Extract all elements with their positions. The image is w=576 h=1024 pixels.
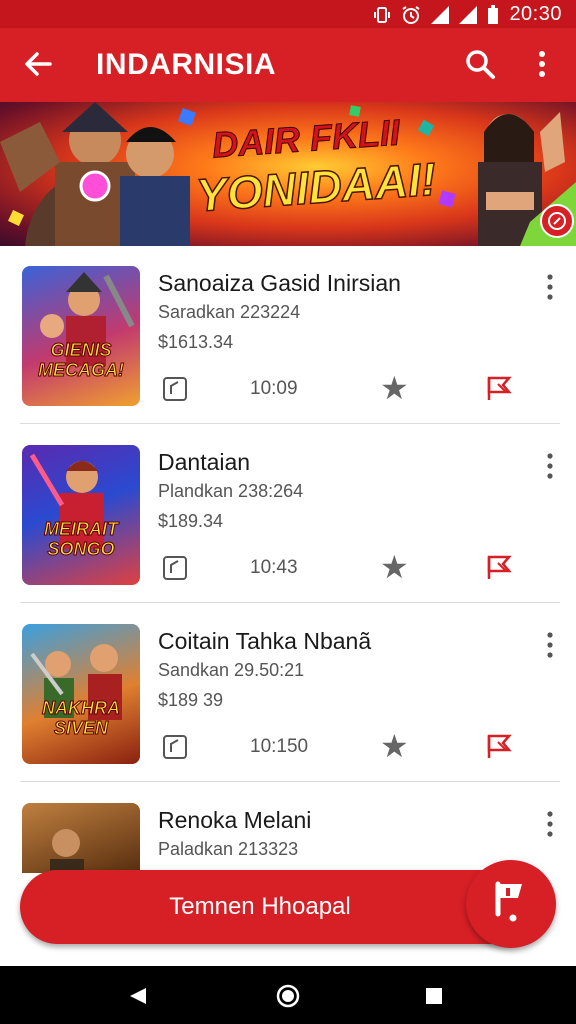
item-subtitle: Paladkan 213323	[158, 839, 299, 859]
banner-compass-badge[interactable]	[540, 204, 574, 238]
item-overflow-icon[interactable]	[540, 809, 560, 839]
back-arrow-icon[interactable]	[20, 46, 56, 82]
row-divider	[20, 781, 560, 782]
cell-signal-icon	[459, 5, 478, 24]
promo-banner[interactable]: DAIR FKLII YONIDAAI!	[0, 102, 576, 246]
game-thumbnail: GIENIS MECAGA!	[22, 266, 140, 406]
thumbnail-art	[50, 829, 84, 873]
item-title: Sanoaiza Gasid Inirsian	[158, 270, 401, 296]
item-subtitle: Plandkan 238:264	[158, 481, 304, 501]
flag-icon	[495, 881, 522, 922]
star-icon[interactable]: ★	[380, 551, 409, 583]
edit-icon[interactable]	[162, 376, 188, 402]
report-flag-icon[interactable]	[486, 553, 516, 581]
edit-icon[interactable]	[162, 555, 188, 581]
thumbnail-title: MEIRAIT SONGO	[44, 519, 119, 560]
list-item[interactable]: NAKHRA SIVEN Coitain Tahka Nbanã Sandkan…	[0, 604, 576, 782]
report-flag-icon[interactable]	[486, 374, 516, 402]
report-flag-icon[interactable]	[486, 732, 516, 760]
game-thumbnail	[22, 803, 140, 873]
report-fab-button[interactable]	[466, 860, 556, 948]
thumbnail-art	[29, 453, 104, 549]
item-price: $189.34	[158, 511, 224, 531]
thumbnail-art	[40, 272, 135, 366]
row-divider	[20, 423, 560, 424]
thumbnail-title: NAKHRA SIVEN	[42, 698, 121, 739]
list-item[interactable]: GIENIS MECAGA! Sanoaiza Gasid Inirsian S…	[0, 246, 576, 424]
item-overflow-icon[interactable]	[540, 272, 560, 302]
item-time: 10:43	[250, 557, 298, 578]
item-time: 10:150	[250, 736, 309, 757]
item-price: $1613.34	[158, 332, 234, 352]
item-overflow-icon[interactable]	[540, 451, 560, 481]
status-bar: 20:30	[0, 0, 576, 28]
list-item[interactable]: MEIRAIT SONGO Dantaian Plandkan 238:264 …	[0, 425, 576, 603]
item-title: Renoka Melani	[158, 807, 312, 833]
star-icon[interactable]: ★	[380, 730, 409, 762]
item-time: 10:09	[250, 378, 298, 399]
status-time: 20:30	[509, 3, 562, 25]
page-title: INDARNISIA	[96, 48, 277, 81]
system-nav-bar	[0, 966, 576, 1024]
app-bar: INDARNISIA	[0, 28, 576, 102]
game-thumbnail: NAKHRA SIVEN	[22, 624, 140, 764]
alarm-icon	[402, 5, 420, 24]
compass-icon	[548, 212, 566, 230]
nav-recents-icon[interactable]	[424, 986, 444, 1006]
game-thumbnail: MEIRAIT SONGO	[22, 445, 140, 585]
thumbnail-title: GIENIS MECAGA!	[38, 340, 125, 381]
nav-back-icon[interactable]	[128, 986, 148, 1006]
item-title: Coitain Tahka Nbanã	[158, 628, 372, 654]
item-overflow-icon[interactable]	[540, 630, 560, 660]
primary-action-button[interactable]: Temnen Hhoapal	[20, 870, 540, 944]
vibrate-icon	[374, 6, 391, 23]
wifi-signal-icon	[431, 5, 450, 24]
overflow-menu-icon[interactable]	[528, 46, 556, 82]
nav-home-icon[interactable]	[276, 984, 300, 1008]
item-title: Dantaian	[158, 449, 251, 475]
status-icons: 20:30	[373, 3, 562, 26]
star-icon[interactable]: ★	[380, 372, 409, 404]
battery-icon	[488, 4, 499, 24]
item-price: $189 39	[158, 690, 224, 710]
thumbnail-art	[30, 644, 122, 720]
row-divider	[20, 602, 560, 603]
search-icon[interactable]	[462, 46, 498, 82]
item-subtitle: Saradkan 223224	[158, 302, 301, 322]
edit-icon[interactable]	[162, 734, 188, 760]
item-subtitle: Sandkan 29.50:21	[158, 660, 305, 680]
